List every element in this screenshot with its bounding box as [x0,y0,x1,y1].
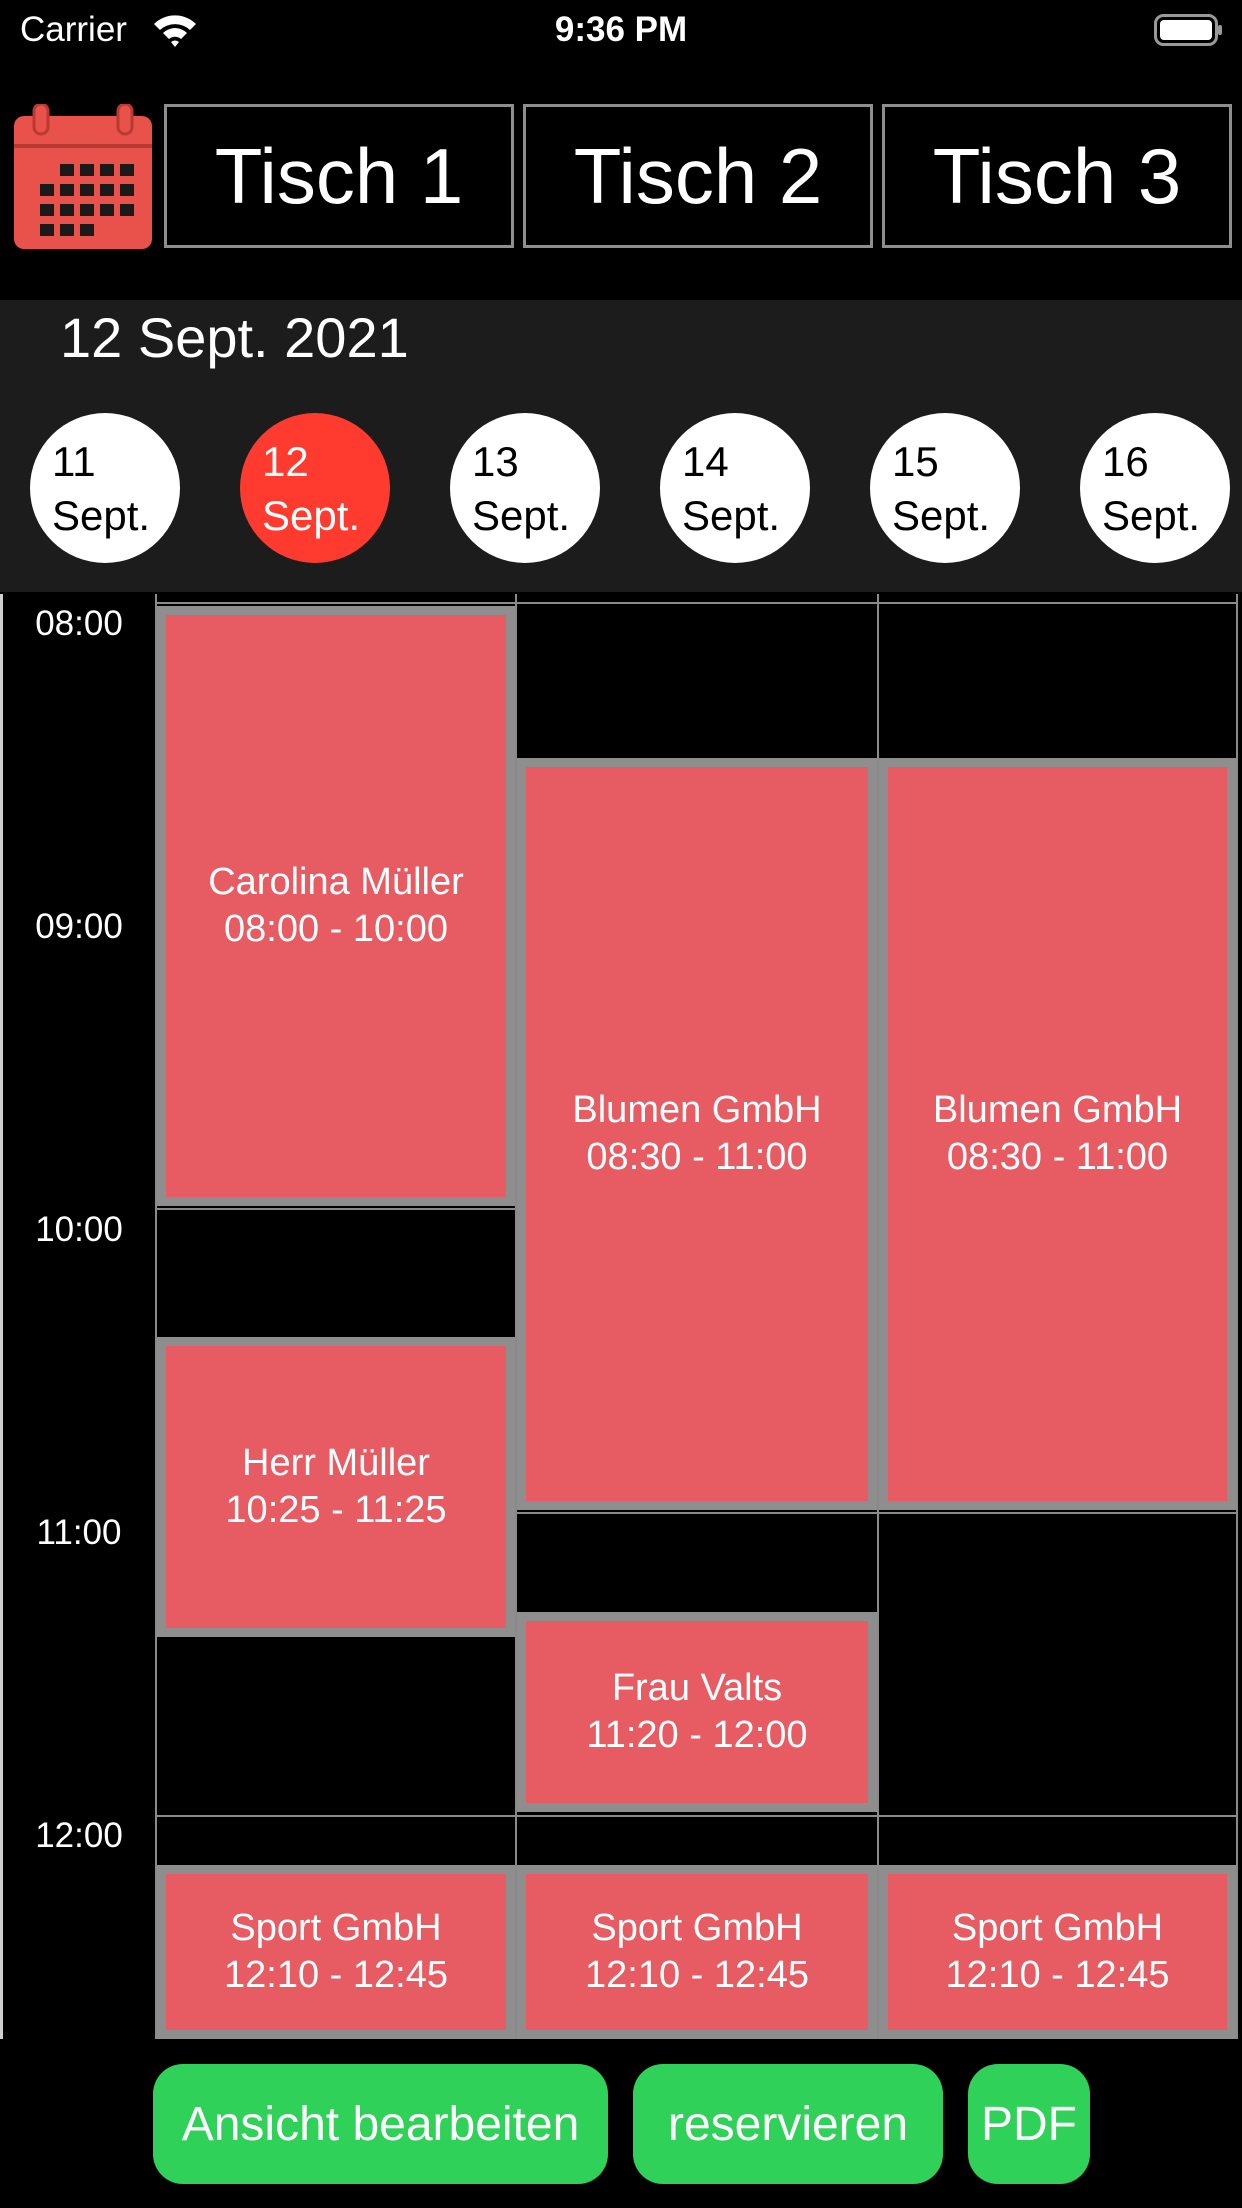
day-number: 13 [472,438,519,485]
day-button-16[interactable]: 16 Sept. [1080,413,1230,563]
hour-label: 11:00 [36,1513,122,1552]
day-number: 16 [1102,438,1149,485]
reservation-name: Blumen GmbH [932,1089,1183,1131]
reservation-block[interactable]: Carolina Müller 08:00 - 10:00 [157,606,515,1206]
tab-tisch-3[interactable]: Tisch 3 [882,104,1232,248]
status-bar: Carrier 9:36 PM [0,0,1242,62]
day-number: 12 [262,438,309,485]
reservation-block[interactable]: Blumen GmbH 08:30 - 11:00 [517,758,877,1510]
reservation-name: Sport GmbH [951,1907,1164,1949]
hour-label: 09:00 [35,907,123,946]
reserve-button[interactable]: reservieren [633,2064,943,2184]
day-month: Sept. [52,492,151,539]
reservation-block[interactable]: Sport GmbH 12:10 - 12:45 [879,1865,1236,2039]
day-month: Sept. [262,492,361,539]
reservation-time: 08:00 - 10:00 [224,908,448,950]
day-button-11[interactable]: 11 Sept. [30,413,180,563]
day-number: 15 [892,438,939,485]
status-time: 9:36 PM [554,10,688,49]
day-month: Sept. [1102,492,1201,539]
reservation-block[interactable]: Sport GmbH 12:10 - 12:45 [517,1865,877,2039]
hour-gridline [157,602,1236,604]
column-divider [1236,594,1238,2039]
reservation-time: 12:10 - 12:45 [945,1954,1170,1996]
hour-gridline [157,1815,1236,1817]
day-button-14[interactable]: 14 Sept. [660,413,810,563]
day-button-12[interactable]: 12 Sept. [240,413,390,563]
hour-label: 12:00 [35,1816,123,1855]
reservation-block[interactable]: Frau Valts 11:20 - 12:00 [517,1612,877,1812]
reservation-time: 10:25 - 11:25 [225,1489,447,1531]
reservation-block[interactable]: Sport GmbH 12:10 - 12:45 [157,1865,515,2039]
reservation-block[interactable]: Blumen GmbH 08:30 - 11:00 [879,758,1236,1510]
reservation-name: Sport GmbH [230,1907,442,1949]
day-month: Sept. [682,492,781,539]
reservation-name: Herr Müller [242,1442,430,1484]
edit-view-button[interactable]: Ansicht bearbeiten [153,2064,608,2184]
day-month: Sept. [892,492,991,539]
day-number: 14 [682,438,729,485]
day-button-15[interactable]: 15 Sept. [870,413,1020,563]
reservation-name: Frau Valts [611,1667,783,1709]
reservation-time: 12:10 - 12:45 [585,1954,809,1996]
pdf-button[interactable]: PDF [968,2064,1090,2184]
hour-label: 10:00 [35,1210,123,1249]
tab-tisch-1[interactable]: Tisch 1 [164,104,514,248]
reservation-name: Carolina Müller [208,861,464,903]
selected-date-title: 12 Sept. 2021 [60,306,409,369]
battery-icon [1154,14,1222,46]
tab-tisch-2[interactable]: Tisch 2 [523,104,873,248]
calendar-icon[interactable] [14,104,152,249]
day-button-13[interactable]: 13 Sept. [450,413,600,563]
reservation-block[interactable]: Herr Müller 10:25 - 11:25 [157,1337,515,1637]
reservation-time: 12:10 - 12:45 [224,1954,448,1996]
timeline-left-rule [0,594,3,2039]
day-month: Sept. [472,492,571,539]
reservation-time: 08:30 - 11:00 [946,1136,1169,1178]
day-number: 11 [52,438,96,485]
hour-label: 08:00 [35,604,123,643]
reservation-time: 08:30 - 11:00 [586,1136,808,1178]
reservation-name: Blumen GmbH [572,1089,822,1131]
reservation-name: Sport GmbH [591,1907,803,1949]
reservation-time: 11:20 - 12:00 [586,1714,808,1756]
